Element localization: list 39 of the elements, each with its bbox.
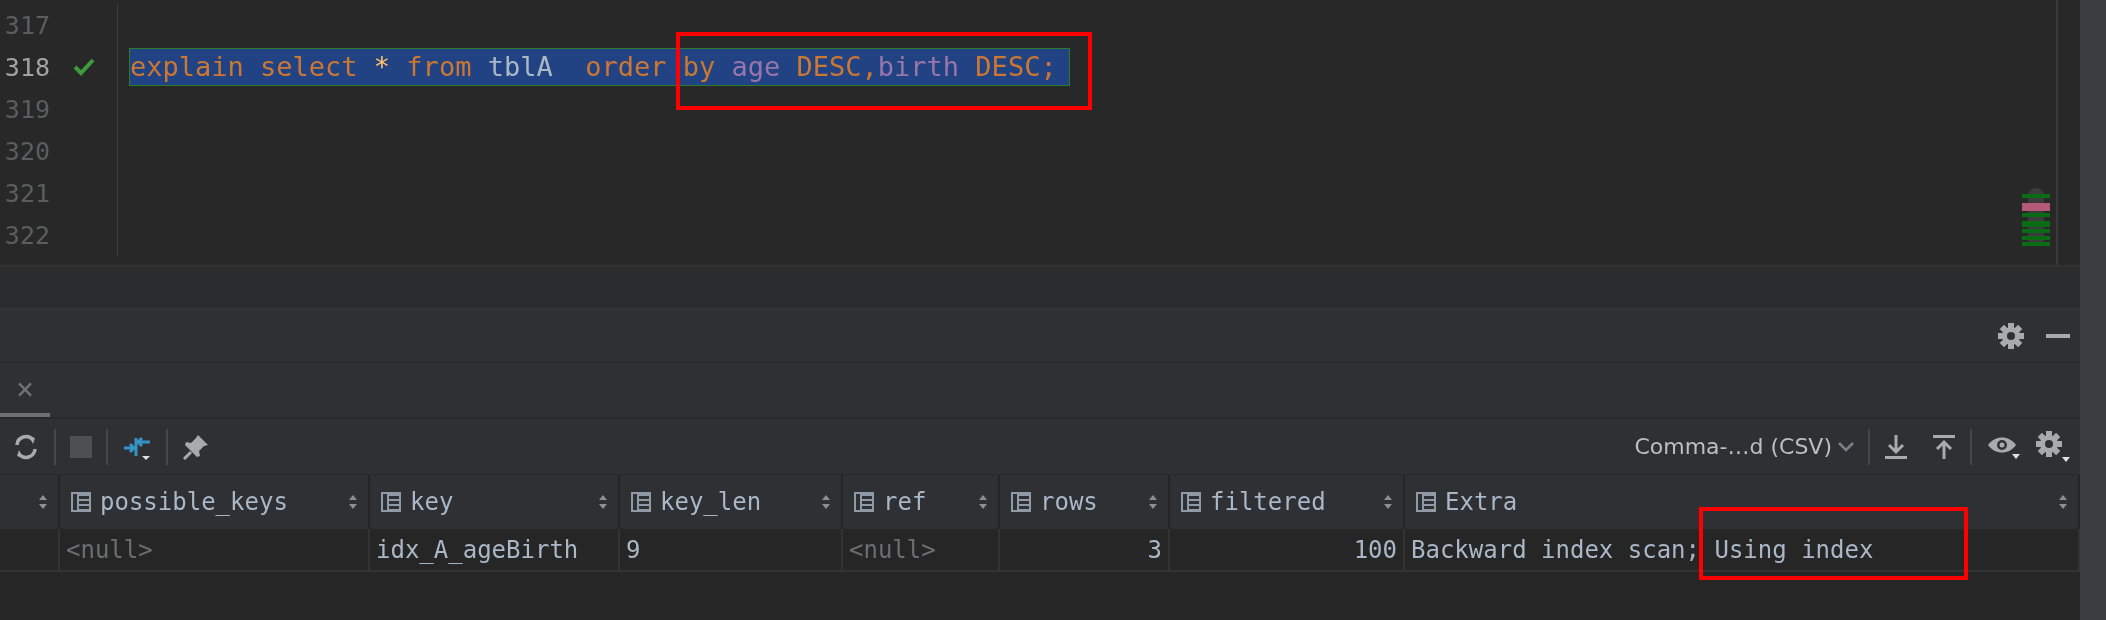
table-cell: 3 — [1147, 535, 1162, 564]
export-format-dropdown[interactable]: Comma-…d (CSV) — [1634, 434, 1832, 459]
table-column-icon — [630, 491, 652, 513]
sort-icon[interactable] — [598, 493, 608, 511]
sort-icon[interactable] — [821, 493, 831, 511]
table-cell: 100 — [1353, 535, 1397, 564]
table-column-icon — [1415, 491, 1437, 513]
column-header[interactable]: filtered — [1170, 475, 1405, 529]
column-header[interactable]: key — [370, 475, 620, 529]
column-header[interactable]: ref — [843, 475, 1000, 529]
column-header[interactable]: possible_keys — [60, 475, 370, 529]
line-number: 318 — [3, 52, 50, 82]
sort-icon[interactable] — [38, 493, 48, 511]
table-cell: <null> — [66, 535, 153, 564]
table-column-icon — [380, 491, 402, 513]
table-column-icon — [853, 491, 875, 513]
table-column-icon — [70, 491, 92, 513]
table-column-icon — [1010, 491, 1032, 513]
table-cell: <null> — [849, 535, 936, 564]
settings-icon[interactable] — [2036, 430, 2070, 463]
pin-icon[interactable] — [182, 432, 210, 461]
scrollbar-markers-drawing — [2022, 188, 2050, 246]
table-cell: Backward index scan; Using index — [1411, 535, 1874, 564]
settings-icon[interactable] — [1998, 323, 2024, 349]
sort-icon[interactable] — [2058, 493, 2068, 511]
table-column-icon — [1180, 491, 1202, 513]
chevron-down-icon[interactable] — [1838, 441, 1854, 452]
column-header[interactable]: Extra — [1405, 475, 2080, 529]
column-header[interactable]: key_len — [620, 475, 843, 529]
upload-icon[interactable] — [1932, 433, 1956, 460]
refresh-icon[interactable] — [12, 432, 40, 461]
sort-icon[interactable] — [348, 493, 358, 511]
table-cell: idx_A_ageBirth — [376, 535, 579, 564]
download-icon[interactable] — [1884, 433, 1908, 460]
sort-icon[interactable] — [1148, 493, 1158, 511]
table-cell: 9 — [626, 535, 641, 564]
column-header[interactable]: rows — [1000, 475, 1170, 529]
sort-icon[interactable] — [1383, 493, 1393, 511]
sort-icon[interactable] — [978, 493, 988, 511]
